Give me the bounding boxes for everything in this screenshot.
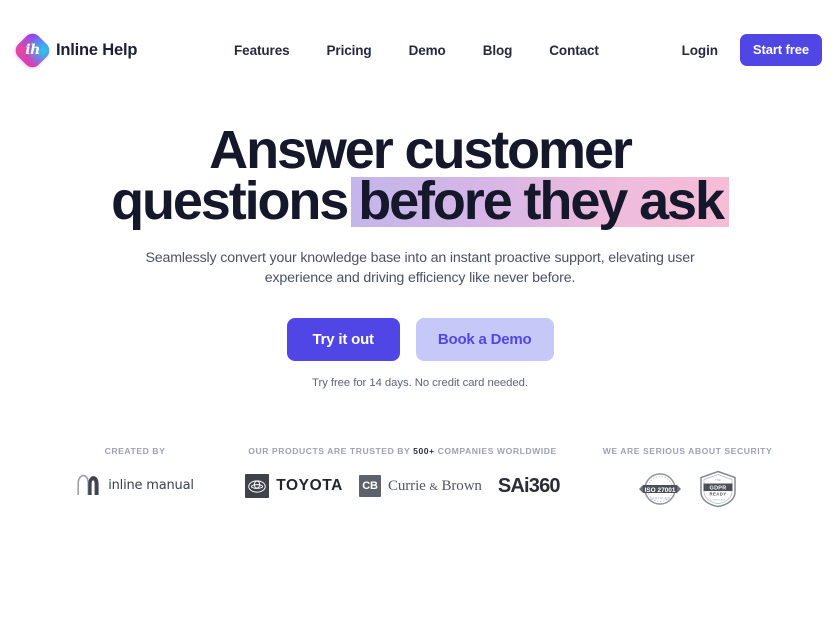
hero-section: Answer customer questions before they ask… <box>0 100 840 389</box>
headline-plain-text: questions <box>111 171 349 231</box>
inline-help-diamond-logo-icon: ih <box>11 29 54 71</box>
inline-manual-m-icon <box>76 474 102 496</box>
logo-glyph-text: ih <box>25 41 40 58</box>
cta-note: Try free for 14 days. No credit card nee… <box>312 377 528 389</box>
security-badges: ISO 27001 CERTIFIED GDPR READY THE COMPL… <box>637 470 739 508</box>
svg-text:READY: READY <box>709 492 726 497</box>
primary-nav: Features Pricing Demo Blog Contact <box>220 43 599 58</box>
trusted-label-before: OUR PRODUCTS ARE TRUSTED BY <box>248 446 411 456</box>
nav-item-contact[interactable]: Contact <box>549 43 599 58</box>
brand-logo-link[interactable]: ih Inline Help <box>11 29 138 71</box>
brown-text: Brown <box>441 477 482 494</box>
created-by-label: CREATED BY <box>104 446 166 456</box>
try-it-out-button[interactable]: Try it out <box>286 318 400 361</box>
customer-logos: TOYOTA CB Currie & Brown SAi360 <box>245 474 561 498</box>
trusted-label-after: COMPANIES WORLDWIDE <box>437 446 557 456</box>
social-proof-section: CREATED BY inline manual OUR PRODUCTS AR… <box>0 446 840 508</box>
toyota-emblem-icon <box>245 474 270 498</box>
nav-item-demo[interactable]: Demo <box>409 43 446 58</box>
hero-cta-row: Try it out Book a Demo <box>0 318 840 361</box>
nav-item-blog[interactable]: Blog <box>483 43 513 58</box>
svg-text:CERTIFIED: CERTIFIED <box>649 497 670 501</box>
trusted-by-column: OUR PRODUCTS ARE TRUSTED BY 500+ COMPANI… <box>238 446 568 498</box>
sai360-logo[interactable]: SAi360 <box>497 474 561 498</box>
login-link[interactable]: Login <box>682 43 718 58</box>
nav-item-pricing[interactable]: Pricing <box>327 43 372 58</box>
headline-highlight-text: before they ask <box>351 174 729 228</box>
headline-line-2: questions before they ask <box>0 174 840 228</box>
currie-brown-cb-icon: CB <box>358 475 381 497</box>
svg-text:COMPLIANT: COMPLIANT <box>710 498 726 501</box>
trusted-by-label: OUR PRODUCTS ARE TRUSTED BY 500+ COMPANI… <box>248 446 557 456</box>
start-free-button[interactable]: Start free <box>739 34 822 66</box>
currie-brown-wordmark: Currie & Brown <box>388 478 482 495</box>
iso-27001-seal-icon: ISO 27001 CERTIFIED <box>637 471 683 507</box>
sai360-wordmark: SAi360 <box>497 474 561 497</box>
inline-manual-logo[interactable]: inline manual <box>76 474 194 496</box>
svg-text:THE: THE <box>715 480 721 482</box>
trusted-company-count: 500+ <box>413 446 435 456</box>
inline-manual-wordmark: inline manual <box>108 477 194 493</box>
currie-text: Currie <box>387 477 426 494</box>
svg-text:GDPR: GDPR <box>709 485 726 491</box>
brand-name: Inline Help <box>56 40 138 59</box>
nav-item-features[interactable]: Features <box>234 43 290 58</box>
headline-line-1: Answer customer <box>209 120 633 180</box>
security-label: WE ARE SERIOUS ABOUT SECURITY <box>602 446 773 456</box>
currie-brown-logo[interactable]: CB Currie & Brown <box>358 475 482 497</box>
book-a-demo-button[interactable]: Book a Demo <box>415 318 554 361</box>
toyota-wordmark: TOYOTA <box>276 477 343 494</box>
landing-page: ih Inline Help Features Pricing Demo Blo… <box>0 0 840 630</box>
page-title: Answer customer questions before they ask <box>0 120 840 228</box>
header-actions: Login Start free <box>682 34 822 66</box>
site-header: ih Inline Help Features Pricing Demo Blo… <box>0 0 840 100</box>
security-column: WE ARE SERIOUS ABOUT SECURITY ISO 27001 … <box>568 446 808 508</box>
svg-text:ISO 27001: ISO 27001 <box>644 487 675 494</box>
created-by-logos: inline manual <box>76 474 194 496</box>
created-by-column: CREATED BY inline manual <box>33 446 238 496</box>
toyota-logo[interactable]: TOYOTA <box>245 474 343 498</box>
ampersand: & <box>429 480 438 493</box>
hero-subtitle: Seamlessly convert your knowledge base i… <box>145 250 695 286</box>
gdpr-ready-shield-icon: GDPR READY THE COMPLIANT <box>697 470 739 508</box>
